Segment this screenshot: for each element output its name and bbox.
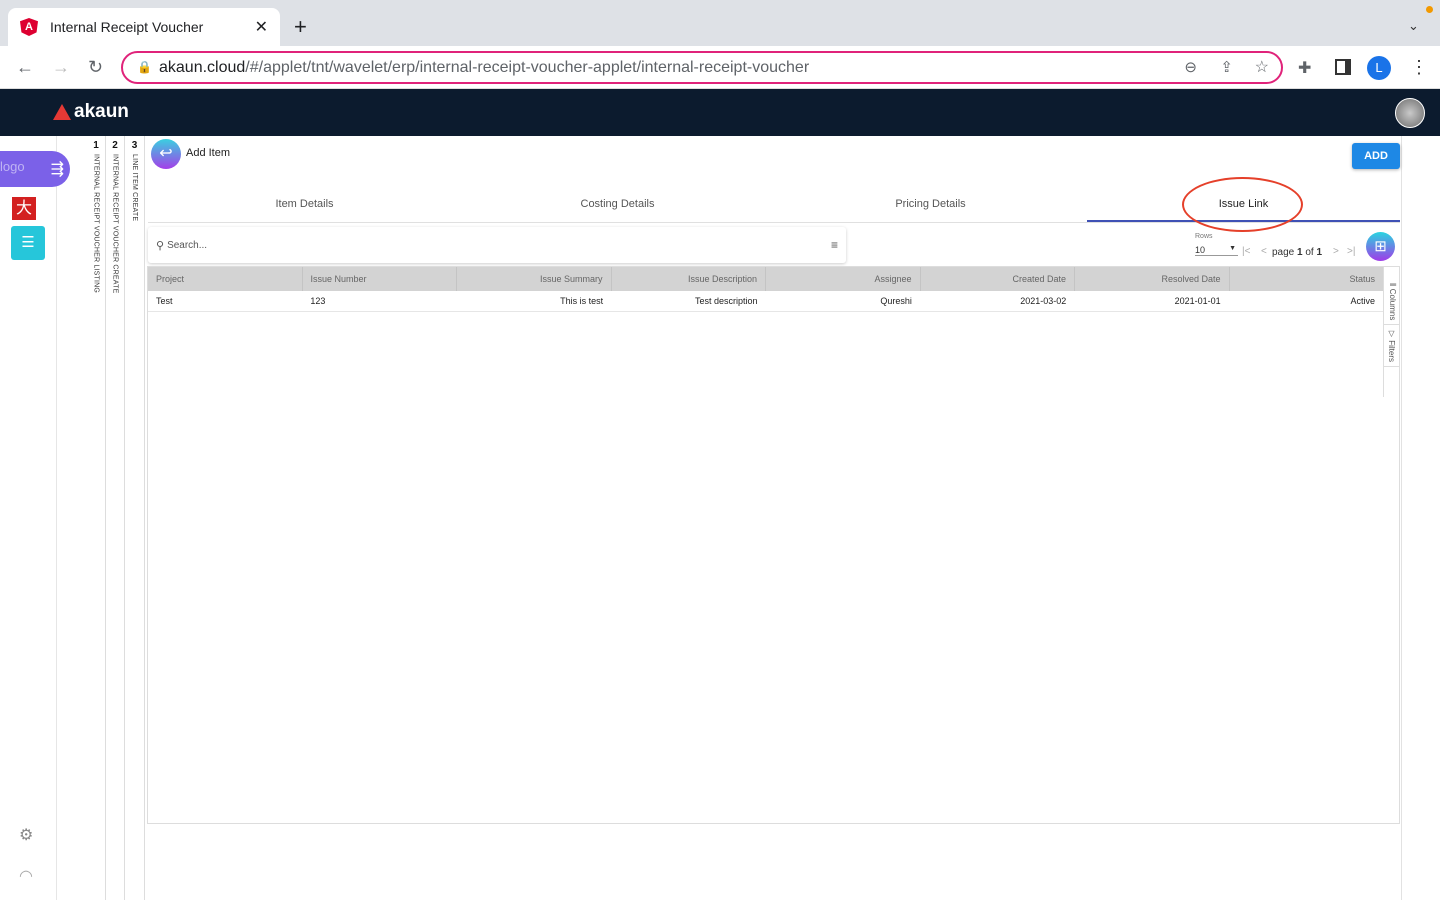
grid-side-panel: ⦀ Columns ▽ Filters — [1383, 267, 1400, 397]
lock-icon: 🔒 — [137, 60, 152, 74]
share-icon[interactable]: ⇪ — [1220, 58, 1233, 76]
filters-panel-button[interactable]: ▽ Filters — [1384, 325, 1399, 368]
header-issue-summary[interactable]: Issue Summary — [457, 267, 612, 291]
grid-view-button[interactable]: ⊞ — [1366, 232, 1395, 261]
columns-panel-button[interactable]: ⦀ Columns — [1384, 279, 1400, 326]
tab-pricing-details[interactable]: Pricing Details — [774, 186, 1087, 222]
browser-tab[interactable]: A Internal Receipt Voucher ✕ — [8, 8, 280, 46]
dropdown-icon: ▼ — [1229, 245, 1236, 252]
header-project[interactable]: Project — [148, 267, 303, 291]
vtab-create[interactable]: 2 INTERNAL RECEIPT VOUCHER CREATE — [106, 136, 125, 900]
next-page-icon[interactable]: > — [1333, 246, 1339, 257]
url-field[interactable]: 🔒 akaun.cloud/#/applet/tnt/wavelet/erp/in… — [121, 51, 1283, 84]
back-icon[interactable]: ← — [16, 57, 34, 78]
app-header — [0, 89, 1440, 136]
cell-created-date: 2021-03-02 — [1020, 296, 1067, 306]
sidebar-toggle[interactable]: logo ⇶ — [0, 151, 70, 187]
prev-page-icon[interactable]: < — [1261, 246, 1267, 257]
cell-assignee: Qureshi — [880, 296, 912, 306]
header-created-date[interactable]: Created Date — [921, 267, 1075, 291]
settings-icon[interactable]: ⚙ — [19, 825, 33, 845]
funnel-icon: ▽ — [1387, 329, 1396, 341]
header-status[interactable]: Status — [1230, 267, 1384, 291]
pdf-applet-icon[interactable]: ⼤ — [12, 197, 36, 220]
filter-icon[interactable]: ≡ — [831, 238, 838, 252]
add-button[interactable]: ADD — [1352, 143, 1400, 169]
user-avatar[interactable] — [1395, 98, 1425, 128]
new-tab-button[interactable]: + — [294, 14, 307, 40]
header-resolved-date[interactable]: Resolved Date — [1075, 267, 1230, 291]
table-row[interactable]: Test 123 This is test Test description Q… — [148, 291, 1383, 312]
update-dot-icon — [1426, 6, 1433, 13]
angular-icon: A — [20, 18, 38, 36]
cell-status: Active — [1350, 296, 1375, 306]
cell-project: Test — [156, 296, 173, 306]
first-page-icon[interactable]: |< — [1242, 246, 1250, 257]
header-issue-description[interactable]: Issue Description — [612, 267, 766, 291]
close-tab-icon[interactable]: ✕ — [255, 17, 268, 37]
side-panel-icon[interactable] — [1335, 59, 1351, 75]
reload-icon[interactable]: ↻ — [88, 57, 103, 78]
tab-search-icon[interactable]: ⌄ — [1408, 18, 1419, 34]
forward-icon[interactable]: → — [52, 57, 70, 78]
logo-mark-icon — [53, 104, 71, 120]
cell-issue-number: 123 — [310, 296, 326, 306]
profile-avatar[interactable]: L — [1367, 56, 1391, 80]
table-header: Project Issue Number Issue Summary Issue… — [148, 267, 1383, 291]
cell-resolved-date: 2021-01-01 — [1174, 296, 1221, 306]
menu-icon[interactable]: ⋮ — [1410, 57, 1428, 78]
cell-issue-description: Test description — [694, 296, 758, 306]
highlight-annotation — [1182, 177, 1303, 232]
cell-issue-summary: This is test — [560, 296, 604, 306]
search-icon: ⚲ — [156, 239, 165, 252]
user-icon[interactable]: ◠ — [19, 866, 33, 886]
bookmark-star-icon[interactable]: ☆ — [1255, 57, 1269, 77]
search-input[interactable]: ⚲ Search... ≡ — [148, 227, 846, 263]
page-title: Add Item — [186, 147, 231, 159]
back-button[interactable]: ↩ — [151, 139, 181, 169]
header-assignee[interactable]: Assignee — [766, 267, 921, 291]
tab-costing-details[interactable]: Costing Details — [461, 186, 774, 222]
menu-collapse-icon: ⇶ — [50, 161, 64, 178]
vtab-line-item-create[interactable]: 3 LINE ITEM CREATE — [125, 136, 145, 900]
tab-item-details[interactable]: Item Details — [148, 186, 461, 222]
extensions-icon[interactable]: ✚ — [1298, 58, 1311, 78]
zoom-icon[interactable]: ⊖ — [1184, 58, 1197, 76]
data-grid — [147, 266, 1400, 824]
rows-select[interactable]: 10 ▼ — [1195, 245, 1238, 256]
page-indicator: page 1 of 1 — [1272, 247, 1323, 258]
rows-label: Rows — [1195, 233, 1213, 240]
header-issue-number[interactable]: Issue Number — [303, 267, 457, 291]
vtab-listing[interactable]: 1 INTERNAL RECEIPT VOUCHER LISTING — [87, 136, 106, 900]
brand-logo[interactable]: akaun — [53, 101, 129, 123]
last-page-icon[interactable]: >| — [1347, 246, 1355, 257]
list-applet-icon[interactable]: ☰ — [11, 226, 45, 260]
